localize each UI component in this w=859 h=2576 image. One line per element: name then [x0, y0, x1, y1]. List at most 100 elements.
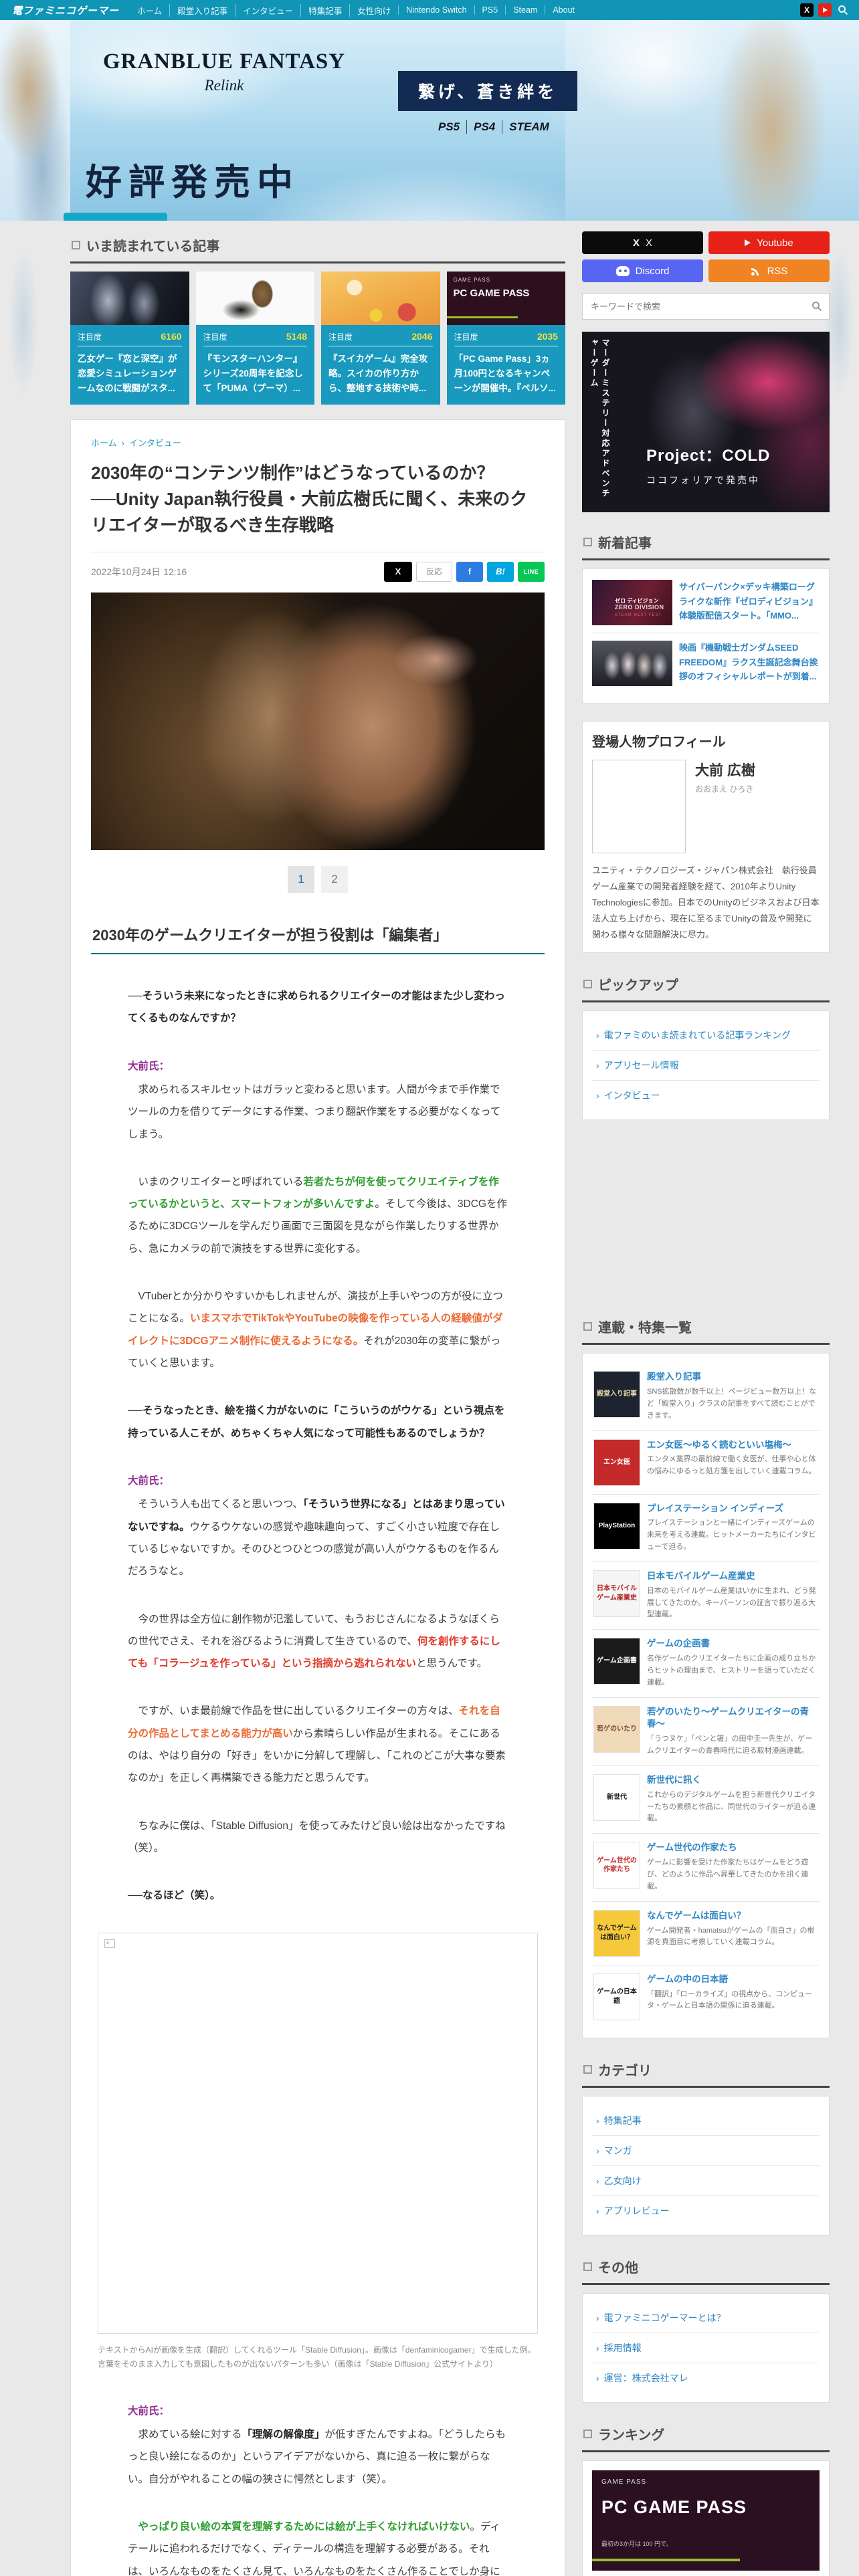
list-icon: [583, 2064, 592, 2074]
social-button-x[interactable]: XX: [582, 231, 703, 254]
serial-list-item[interactable]: 日本モバイルゲーム産業史 日本モバイルゲーム産業史 日本のモバイルゲーム産業はいかに…: [592, 1561, 820, 1629]
serial-description: プレイステーションと一緒にインディーズゲームの未来を考える連載。ヒットメーカーた…: [647, 1519, 816, 1551]
content: いま読まれている記事 注目度 6160 乙女ゲー『恋と深空』が恋愛シミュレーションゲ…: [0, 221, 859, 2576]
profile-photo-placeholder: [592, 760, 686, 853]
serial-thumbnail: エン女医: [593, 1438, 640, 1486]
serial-thumbnail: ゲーム企画書: [593, 1638, 640, 1685]
article-paragraph: ちなみに僕は、「Stable Diffusion」を使ってみたけど良い絵は出なか…: [128, 1820, 506, 1854]
category-link-label: マンガ: [603, 2145, 632, 2156]
serial-thumbnail: ゲーム世代の作家たち: [593, 1842, 640, 1889]
serial-list-item[interactable]: 若ゲのいたり 若ゲのいたり〜ゲームクリエイターの青春〜 「うつヌケ」「ペンと箸」の田…: [592, 1697, 820, 1765]
discord-icon: [615, 265, 630, 276]
page-button-2[interactable]: 2: [321, 865, 348, 893]
social-button-discord[interactable]: Discord: [582, 259, 703, 282]
ranking-item[interactable]: 『ペルソナ3リロード』や『パルワールド』など話題の人気タイトルが100円で遊び放…: [592, 2573, 820, 2576]
pickup-section-header: ピックアップ: [582, 970, 830, 1003]
list-icon: [583, 980, 592, 989]
reaction-button[interactable]: 反応: [416, 561, 452, 582]
news-list-item[interactable]: ゼロ ディビジョン ZERO DIVISION STEAM NEXT FEST サイバ…: [592, 578, 820, 633]
category-link[interactable]: › 特集記事: [592, 2106, 820, 2135]
article-paragraph: 今の世界は全方位に創作物が氾濫していて、もうおじさんになるようなぼくらの世代でさ…: [128, 1613, 500, 1670]
search-icon[interactable]: [836, 3, 850, 17]
other-link[interactable]: › 電ファミニコゲーマーとは？: [592, 2303, 820, 2333]
ranking-section-header: ランキング: [582, 2420, 830, 2452]
thumb-green-bar: [446, 316, 518, 318]
nav-item-9[interactable]: About: [545, 5, 582, 15]
top-nav-links: ホーム 殿堂入り記事 インタビュー 特集記事 女性向け Nintendo Switch PS…: [130, 3, 582, 17]
x-icon[interactable]: X: [800, 3, 814, 17]
breadcrumb-home[interactable]: ホーム: [91, 438, 117, 448]
nav-item-8[interactable]: Steam: [505, 5, 545, 15]
serial-thumbnail: 新世代: [593, 1774, 640, 1821]
serial-title: エン女医〜ゆるく読むといい塩梅〜: [647, 1439, 791, 1450]
serial-list-item[interactable]: ゲーム世代の作家たち ゲーム世代の作家たち ゲームに影響を受けた作家たちはゲームをど…: [592, 1833, 820, 1901]
list-icon: [583, 2262, 592, 2271]
youtube-icon[interactable]: [818, 3, 832, 17]
share-facebook-button[interactable]: f: [456, 561, 483, 582]
serial-list-item[interactable]: エン女医 エン女医〜ゆるく読むといい塩梅〜 エンタメ業界の最前線で働く女医が、仕事や…: [592, 1430, 820, 1494]
trending-card[interactable]: 注目度 5148 『モンスターハンター』シリーズ20周年を記念して「PUMA（プーマ…: [195, 272, 314, 405]
serial-list-item[interactable]: 殿堂入り記事 殿堂入り記事 SNS拡散数が数千以上！ページビュー数万以上！など「殿堂…: [592, 1363, 820, 1430]
news-item-title: サイバーパンク×デッキ構築ローグライクな新作『ゼロディビジョン』体験版配信スター…: [679, 582, 818, 621]
hero-ad-banner[interactable]: GRANBLUE FANTASY Relink 繋げ、蒼き絆を PS5 PS4 ST…: [0, 20, 859, 221]
share-line-button[interactable]: LINE: [518, 561, 545, 582]
search-input[interactable]: [589, 300, 812, 312]
sidebar-ad-banner[interactable]: マーダーミステリー対応アドベンチャーゲーム Project：COLD ココフォリ…: [582, 332, 830, 512]
trending-card[interactable]: GAME PASS PC GAME PASS 注目度 2035 「PC Game Pas…: [446, 272, 565, 405]
speaker-name: 大前氏：: [128, 1475, 170, 1487]
category-link[interactable]: › アプリレビュー: [592, 2195, 820, 2226]
nav-item-5[interactable]: 女性向け: [349, 3, 398, 17]
trending-card[interactable]: 注目度 6160 乙女ゲー『恋と深空』が恋愛シミュレーションゲームなのに戦闘がスタ.…: [70, 272, 189, 405]
other-link[interactable]: › 採用情報: [592, 2332, 820, 2363]
breadcrumb-category[interactable]: インタビュー: [129, 438, 181, 448]
category-link[interactable]: › マンガ: [592, 2135, 820, 2165]
chevron-right-icon: ›: [596, 1060, 599, 1071]
serial-list-item[interactable]: PlayStation プレイステーション インディーズ プレイステーションと一緒に…: [592, 1493, 820, 1562]
serials-section-header: 連載・特集一覧: [582, 1313, 830, 1346]
social-button-rss[interactable]: RSS: [708, 259, 830, 282]
page-button-1[interactable]: 1: [288, 865, 314, 893]
serial-list-item[interactable]: ゲーム企画書 ゲームの企画書 名作ゲームのクリエイターたちに企画の成り立ちからヒット…: [592, 1629, 820, 1697]
news-thumbnail: ゼロ ディビジョン ZERO DIVISION STEAM NEXT FEST: [592, 580, 672, 625]
news-section-header: 新着記事: [582, 528, 830, 560]
profile-top: 大前 広樹 おおまえ ひろき: [592, 760, 820, 853]
share-x-button[interactable]: X: [384, 561, 412, 582]
nav-item-7[interactable]: PS5: [474, 5, 506, 15]
site-logo[interactable]: 電ファミニコゲーマー: [12, 3, 119, 17]
trending-thumbnail: [321, 272, 440, 325]
news-list-item[interactable]: 映画『機動戦士ガンダムSEED FREEDOM』ラクス生誕記念舞台挨拶のオフィシ…: [592, 633, 820, 693]
gamepass-green-bar: [592, 2558, 740, 2561]
nav-item-1[interactable]: ホーム: [130, 4, 169, 17]
pickup-link[interactable]: › アプリセール情報: [592, 1050, 820, 1080]
social-button-label: Youtube: [757, 237, 793, 249]
pickup-card: › 電ファミのいま読まれている記事ランキング › アプリセール情報 › インタビュー: [582, 1010, 830, 1121]
serial-list-item[interactable]: 新世代 新世代に訊く これからのデジタルゲームを担う新世代クリエイターたちの素顔と作…: [592, 1765, 820, 1833]
search-icon[interactable]: [812, 301, 822, 312]
pickup-link[interactable]: › 電ファミのいま読まれている記事ランキング: [592, 1021, 820, 1050]
nav-item-4[interactable]: 特集記事: [300, 3, 349, 17]
nav-item-6[interactable]: Nintendo Switch: [398, 5, 474, 15]
other-link[interactable]: › 運営：株式会社マレ: [592, 2362, 820, 2393]
gamepass-note: 最初の3か月は 100 円で。: [601, 2540, 672, 2547]
ranking-ad-image[interactable]: GAME PASS PC GAME PASS 最初の3か月は 100 円で。: [592, 2470, 820, 2571]
trending-card[interactable]: 注目度 2046 『スイカゲーム』完全攻略。スイカの作り方から、整地する技術や時..…: [321, 272, 440, 405]
banner-cta-button[interactable]: [64, 213, 167, 221]
list-icon: [583, 2429, 592, 2438]
serial-thumbnail: PlayStation: [593, 1502, 640, 1549]
article-title: 2030年の“コンテンツ制作”はどうなっているのか？ ──Unity Japan…: [91, 462, 528, 535]
serial-list-item[interactable]: ゲームの日本語 ゲームの中の日本語 「翻訳」「ローカライズ」の視点から、コンピュータ…: [592, 1964, 820, 2028]
score-value: 5148: [286, 331, 307, 342]
x-icon: X: [632, 237, 640, 249]
share-hatena-button[interactable]: B!: [487, 561, 514, 582]
serial-list-item[interactable]: なんでゲームは面白い？ なんでゲームは面白い？ ゲーム開発者・hamatsuがゲーム…: [592, 1901, 820, 1965]
nav-item-2[interactable]: 殿堂入り記事: [169, 3, 235, 17]
serial-description: SNS拡散数が数千以上！ページビュー数万以上！など「殿堂入り」クラスの記事をすべ…: [647, 1388, 817, 1420]
article-paragraph: いまのクリエイターと呼ばれている若者たちが何を使ってクリエイティブを作っているか…: [128, 1176, 507, 1255]
pickup-link[interactable]: › インタビュー: [592, 1080, 820, 1110]
article-paragraph: 求めている絵に対する「理解の解像度」が低すぎたんですよね。「どうしたらもっと良い…: [128, 2429, 506, 2485]
nav-item-3[interactable]: インタビュー: [235, 3, 300, 17]
category-link[interactable]: › 乙女向け: [592, 2165, 820, 2195]
score-label: 注目度: [203, 332, 227, 342]
social-button-youtube[interactable]: Youtube: [708, 231, 830, 254]
article-paragraph: やっぱり良い絵の本質を理解するためには絵が上手くなければいけない。ディテールに追…: [128, 2521, 500, 2576]
